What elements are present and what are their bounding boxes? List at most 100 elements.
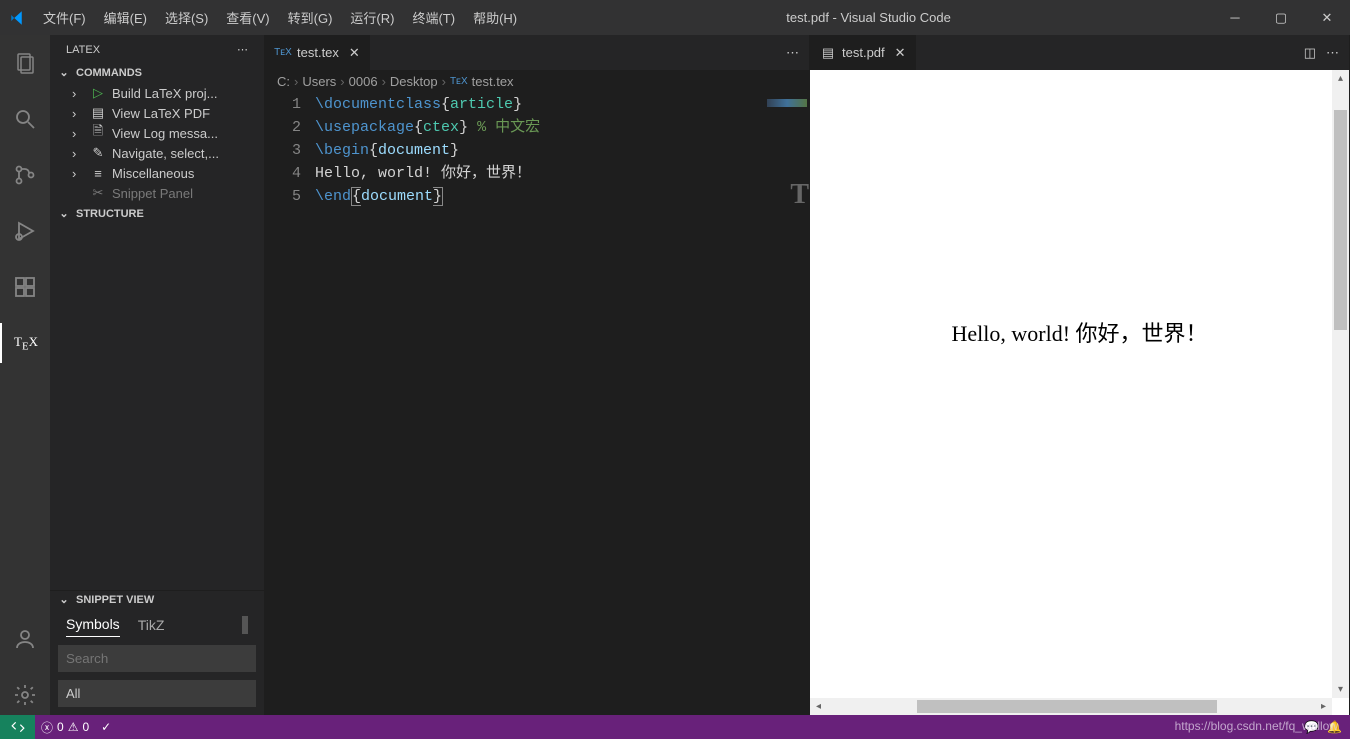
pdf-scrollbar-horizontal[interactable]: ◂ ▸ <box>810 698 1332 715</box>
chevron-down-icon: ⌄ <box>56 207 72 220</box>
snippet-scrollbar[interactable] <box>242 616 248 634</box>
scroll-up-icon[interactable]: ▴ <box>1332 70 1349 87</box>
section-label: STRUCTURE <box>76 208 144 220</box>
scroll-right-icon[interactable]: ▸ <box>1315 701 1332 712</box>
explorer-icon[interactable] <box>0 43 50 83</box>
breadcrumb-part[interactable]: C: <box>277 74 290 89</box>
cmd-navigate[interactable]: › ✎ Navigate, select,... <box>50 143 264 163</box>
menu-help[interactable]: 帮助(H) <box>465 2 525 33</box>
tab-tikz[interactable]: TikZ <box>138 613 165 637</box>
status-problems[interactable]: ⓧ0 ⚠0 <box>35 719 95 736</box>
breadcrumb[interactable]: C:› Users› 0006› Desktop› TᴇX test.tex <box>265 70 809 93</box>
tab-symbols[interactable]: Symbols <box>66 612 120 637</box>
window-controls: ─ ▢ ✕ <box>1212 0 1350 35</box>
extensions-icon[interactable] <box>0 267 50 307</box>
status-check[interactable]: ✓ <box>95 720 117 734</box>
gear-icon[interactable] <box>0 675 50 715</box>
sidebar-title: LATEX <box>66 44 100 56</box>
section-commands[interactable]: ⌄ COMMANDS <box>50 64 264 81</box>
section-label: SNIPPET VIEW <box>76 594 154 606</box>
sidebar-more-icon[interactable]: ⋯ <box>237 43 248 56</box>
snippet-category-dropdown[interactable]: All <box>58 680 256 707</box>
scroll-left-icon[interactable]: ◂ <box>810 701 827 712</box>
tree-item-label: Snippet Panel <box>112 186 193 201</box>
sidebar: LATEX ⋯ ⌄ COMMANDS › ▷ Build LaTeX proj.… <box>50 35 265 715</box>
menu-view[interactable]: 查看(V) <box>218 2 277 33</box>
split-editor-icon[interactable]: ◫ <box>1304 45 1316 61</box>
code-editor-pane: TᴇX test.tex ✕ ⋯ C:› Users› 0006› Deskto… <box>265 35 810 715</box>
tab-label: test.tex <box>297 45 339 60</box>
breadcrumb-part[interactable]: 0006 <box>349 74 378 89</box>
section-snippet[interactable]: ⌄ SNIPPET VIEW <box>50 591 264 608</box>
pdf-viewer[interactable]: Hello, world! 你好，世界！ ▴ ▾ ◂ ▸ <box>810 70 1349 715</box>
pdf-actions: ◫ ⋯ <box>1294 35 1349 70</box>
more-icon[interactable]: ⋯ <box>1326 45 1339 61</box>
debug-icon[interactable] <box>0 211 50 251</box>
cmd-build-latex[interactable]: › ▷ Build LaTeX proj... <box>50 83 264 103</box>
pdf-rendered-text: Hello, world! 你好，世界！ <box>810 316 1349 348</box>
pdf-pane: ▤ test.pdf ✕ ◫ ⋯ Hello, world! 你好，世界！ ▴ … <box>810 35 1350 715</box>
window-title: test.pdf - Visual Studio Code <box>525 10 1212 25</box>
more-icon[interactable]: ⋯ <box>786 45 799 61</box>
list-icon: ≡ <box>90 165 106 181</box>
code-lines[interactable]: \documentclass{article}\usepackage{ctex}… <box>315 93 809 715</box>
book-icon: ▤ <box>90 105 106 121</box>
source-control-icon[interactable] <box>0 155 50 195</box>
warning-count: 0 <box>82 720 89 734</box>
breadcrumb-part[interactable]: test.tex <box>472 74 514 89</box>
tab-test-pdf[interactable]: ▤ test.pdf ✕ <box>810 35 917 70</box>
close-icon[interactable]: ✕ <box>349 45 360 61</box>
code-area[interactable]: 12345 \documentclass{article}\usepackage… <box>265 93 809 715</box>
sidebar-title-row: LATEX ⋯ <box>50 35 264 64</box>
maximize-button[interactable]: ▢ <box>1258 0 1304 35</box>
snippet-tabs: Symbols TikZ <box>50 608 264 637</box>
tex-file-icon: TᴇX <box>450 76 468 87</box>
pencil-icon: ✎ <box>90 145 106 161</box>
minimize-button[interactable]: ─ <box>1212 0 1258 35</box>
scroll-down-icon[interactable]: ▾ <box>1332 681 1349 698</box>
error-count: 0 <box>57 720 64 734</box>
notifications-icon[interactable]: 💬 <box>1304 720 1319 734</box>
titlebar: 文件(F) 编辑(E) 选择(S) 查看(V) 转到(G) 运行(R) 终端(T… <box>0 0 1350 35</box>
cmd-view-log[interactable]: › 🗎 View Log messa... <box>50 123 264 143</box>
remote-indicator[interactable] <box>0 715 35 739</box>
pdf-page: Hello, world! 你好，世界！ <box>810 70 1349 715</box>
section-structure[interactable]: ⌄ STRUCTURE <box>50 205 264 222</box>
menu-run[interactable]: 运行(R) <box>342 2 402 33</box>
account-icon[interactable] <box>0 619 50 659</box>
menu-terminal[interactable]: 终端(T) <box>404 2 463 33</box>
close-button[interactable]: ✕ <box>1304 0 1350 35</box>
pdf-tabbar: ▤ test.pdf ✕ ◫ ⋯ <box>810 35 1349 70</box>
status-right: 💬 🔔 <box>1304 720 1342 734</box>
search-icon[interactable] <box>0 99 50 139</box>
feedback-icon[interactable]: 🔔 <box>1327 720 1342 734</box>
error-icon: ⓧ <box>41 719 53 736</box>
latex-workshop-icon[interactable]: TEX <box>0 323 50 363</box>
tab-test-tex[interactable]: TᴇX test.tex ✕ <box>265 35 371 70</box>
menu-file[interactable]: 文件(F) <box>35 2 94 33</box>
commands-tree: › ▷ Build LaTeX proj... › ▤ View LaTeX P… <box>50 81 264 205</box>
close-icon[interactable]: ✕ <box>895 45 906 61</box>
chevron-right-icon: › <box>72 166 84 181</box>
tex-label: TEX <box>14 334 38 353</box>
breadcrumb-part[interactable]: Desktop <box>390 74 438 89</box>
editor-tabbar: TᴇX test.tex ✕ ⋯ <box>265 35 809 70</box>
check-icon: ✓ <box>101 720 111 734</box>
menu-goto[interactable]: 转到(G) <box>280 2 341 33</box>
main-area: TEX LATEX ⋯ ⌄ COMMANDS › ▷ Build LaTeX p… <box>0 35 1350 715</box>
pdf-scrollbar-vertical[interactable]: ▴ ▾ <box>1332 70 1349 698</box>
cmd-view-pdf[interactable]: › ▤ View LaTeX PDF <box>50 103 264 123</box>
chevron-down-icon: ⌄ <box>56 66 72 79</box>
editor-actions: ⋯ <box>776 35 809 70</box>
snippet-search-input[interactable] <box>58 645 256 672</box>
cmd-snippet-panel[interactable]: ✂ Snippet Panel <box>50 183 264 203</box>
snippet-icon: ✂ <box>90 185 106 201</box>
snippet-view: ⌄ SNIPPET VIEW Symbols TikZ All <box>50 590 264 715</box>
chevron-right-icon: › <box>72 86 84 101</box>
chevron-right-icon: › <box>72 106 84 121</box>
cmd-misc[interactable]: › ≡ Miscellaneous <box>50 163 264 183</box>
menu-edit[interactable]: 编辑(E) <box>96 2 155 33</box>
chevron-right-icon: › <box>72 126 84 141</box>
breadcrumb-part[interactable]: Users <box>302 74 336 89</box>
menu-select[interactable]: 选择(S) <box>157 2 216 33</box>
